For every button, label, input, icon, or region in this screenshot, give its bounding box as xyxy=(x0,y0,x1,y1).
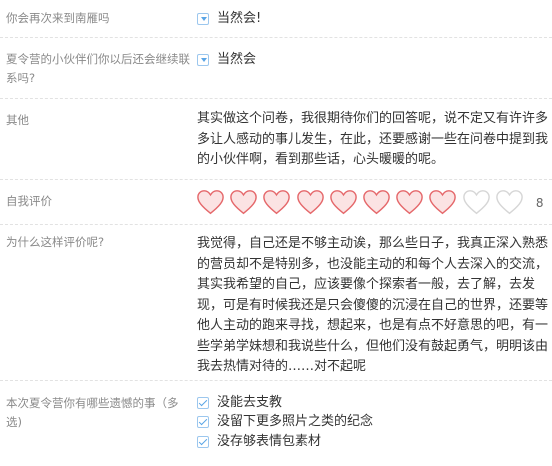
question-label: 本次夏令营你有哪些遗憾的事（多选) xyxy=(6,396,179,429)
checkbox-checked-icon[interactable] xyxy=(197,435,209,448)
checkbox-checked-icon[interactable] xyxy=(197,396,209,409)
option-label: 没能去支教 xyxy=(217,394,283,410)
question-row-regrets: 本次夏令营你有哪些遗憾的事（多选) 没能去支教 没留下更多照片之类的纪念 没存够… xyxy=(0,381,552,466)
heart-icon[interactable] xyxy=(362,189,391,216)
option-item[interactable]: 没能去支教 xyxy=(197,393,547,413)
question-label: 自我评价 xyxy=(6,194,52,208)
question-label: 夏令营的小伙伴们你以后还会继续联系吗? xyxy=(6,52,190,85)
heart-icon[interactable] xyxy=(462,189,491,216)
heart-icon[interactable] xyxy=(196,189,225,216)
option-item[interactable]: 没存够表情包素材 xyxy=(197,432,547,452)
question-label: 你会再次来到南雁吗 xyxy=(6,11,110,25)
options-list: 没能去支教 没留下更多照片之类的纪念 没存够表情包素材 xyxy=(197,393,547,452)
option-label: 没留下更多照片之类的纪念 xyxy=(217,414,374,429)
question-label: 为什么这样评价呢? xyxy=(6,235,105,249)
heart-icon[interactable] xyxy=(229,189,258,216)
question-row-other: 其他 其实做这个问卷，我很期待你们的回答呢，说不定又有许许多多让人感动的事儿发生… xyxy=(0,99,552,180)
chevron-down-icon[interactable] xyxy=(197,53,209,66)
question-row-revisit: 你会再次来到南雁吗 当然会! xyxy=(0,0,552,38)
answer-text: 当然会 xyxy=(217,51,257,67)
question-row-keep-in-touch: 夏令营的小伙伴们你以后还会继续联系吗? 当然会 xyxy=(0,38,552,99)
answer-select[interactable]: 当然会 xyxy=(197,50,547,70)
question-label: 其他 xyxy=(6,113,29,127)
checkbox-checked-icon[interactable] xyxy=(197,416,209,429)
heart-icon[interactable] xyxy=(495,189,524,216)
heart-icon[interactable] xyxy=(296,189,325,216)
question-row-why: 为什么这样评价呢? 我觉得，自己还是不够主动诶，那么些日子，我真正深入熟悉的营员… xyxy=(0,225,552,381)
answer-text: 其实做这个问卷，我很期待你们的回答呢，说不定又有许许多多让人感动的事儿发生，在此… xyxy=(197,111,549,167)
heart-icon[interactable] xyxy=(262,189,291,216)
answer-select[interactable]: 当然会! xyxy=(197,9,547,29)
answer-text: 当然会! xyxy=(217,10,262,26)
heart-icon[interactable] xyxy=(395,189,424,216)
heart-icon[interactable] xyxy=(428,189,457,216)
rating-hearts[interactable]: 8 xyxy=(196,189,544,216)
answer-text: 我觉得，自己还是不够主动诶，那么些日子，我真正深入熟悉的营员却不是特别多，也没能… xyxy=(197,236,549,374)
option-item[interactable]: 没留下更多照片之类的纪念 xyxy=(197,413,547,433)
rating-score: 8 xyxy=(535,195,544,210)
chevron-down-icon[interactable] xyxy=(197,12,209,25)
heart-icon[interactable] xyxy=(329,189,358,216)
option-label: 没存够表情包素材 xyxy=(217,433,322,449)
